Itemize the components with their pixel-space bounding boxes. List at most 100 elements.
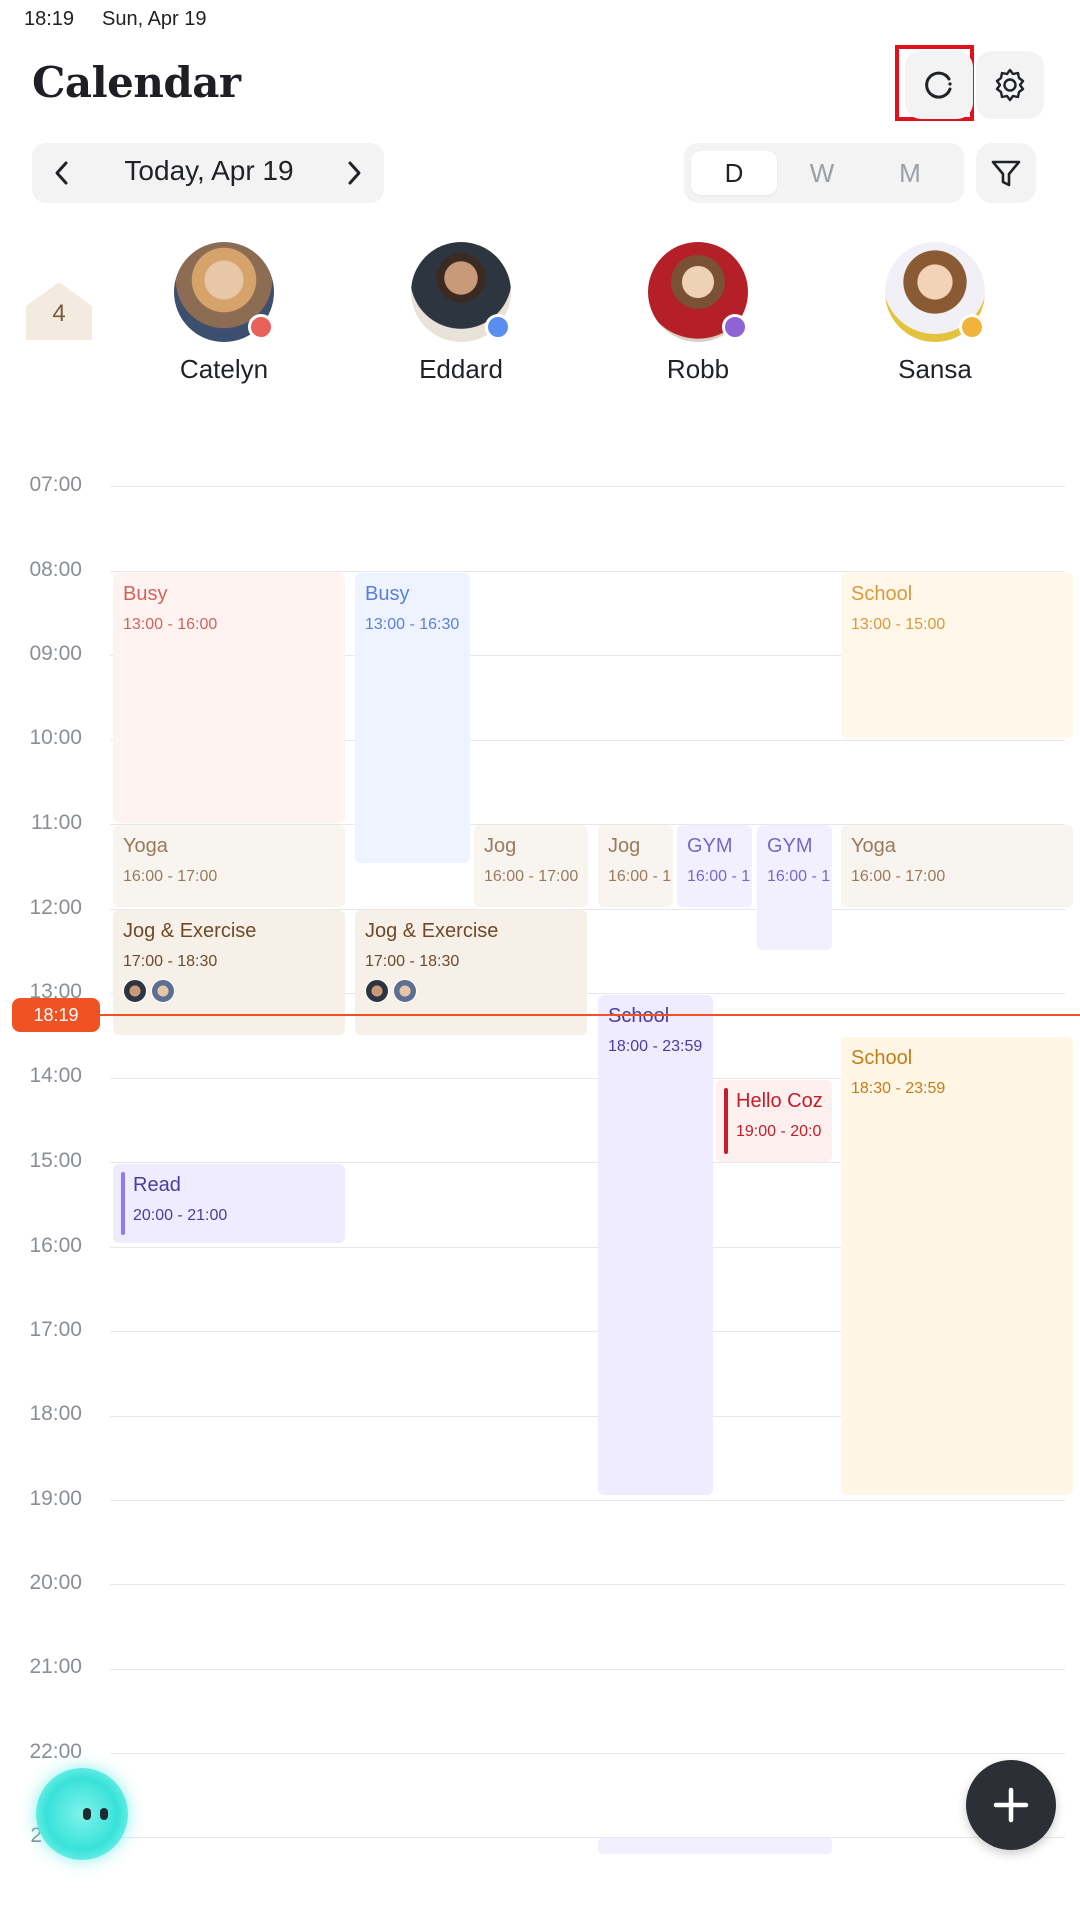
event-catelyn-yoga[interactable]: Yoga 16:00 - 17:00 xyxy=(113,825,345,907)
hour-label: 07:00 xyxy=(29,473,82,496)
event-robb-gym[interactable]: GYM 16:00 - 1 xyxy=(677,825,752,907)
status-dot xyxy=(485,314,511,340)
event-time: 16:00 - 17:00 xyxy=(123,868,218,885)
event-time: 17:00 - 18:30 xyxy=(365,953,460,970)
event-eddard-jog[interactable]: Jog 16:00 - 17:00 xyxy=(474,825,588,907)
settings-button[interactable] xyxy=(976,51,1044,119)
hour-label: 11:00 xyxy=(31,811,82,834)
member-name: Sansa xyxy=(898,354,972,384)
chevron-left-icon xyxy=(55,161,68,185)
hour-label: 21:00 xyxy=(29,1655,82,1678)
hour-gridline xyxy=(110,1669,1065,1670)
hour-label: 22:00 xyxy=(29,1740,82,1763)
hour-gridline xyxy=(110,1837,1065,1838)
event-catelyn-read[interactable]: Read 20:00 - 21:00 xyxy=(113,1164,345,1243)
hour-label: 10:00 xyxy=(29,726,82,749)
attendee-avatars xyxy=(365,979,587,1003)
hour-gridline xyxy=(110,1500,1065,1501)
status-dot xyxy=(959,314,985,340)
event-robb-jog[interactable]: Jog 16:00 - 1 xyxy=(598,825,673,907)
member-name: Robb xyxy=(666,354,730,384)
hour-label: 08:00 xyxy=(29,558,82,581)
event-title: School xyxy=(851,583,913,605)
attendee-avatars xyxy=(123,979,345,1003)
event-title: Jog xyxy=(608,835,641,857)
event-robb-hello[interactable]: Hello Coz 19:00 - 20:0 xyxy=(716,1080,832,1162)
week-view-tab[interactable]: W xyxy=(779,151,865,195)
hour-gridline xyxy=(110,571,1065,572)
event-sansa-yoga[interactable]: Yoga 16:00 - 17:00 xyxy=(841,825,1073,907)
filter-button[interactable] xyxy=(976,143,1036,203)
avatar xyxy=(123,979,147,1003)
event-time: 16:00 - 1 xyxy=(608,868,672,885)
next-day-button[interactable] xyxy=(336,155,372,191)
refresh-button[interactable] xyxy=(905,51,973,119)
event-title: School xyxy=(608,1005,670,1027)
event-title: Yoga xyxy=(851,835,896,857)
event-color-bar xyxy=(121,1172,125,1235)
assistant-bubble[interactable] xyxy=(36,1768,128,1860)
event-time: 17:00 - 18:30 xyxy=(123,953,218,970)
event-title: Hello Coz xyxy=(736,1090,823,1112)
hour-label: 2 xyxy=(30,1824,42,1847)
event-partial[interactable] xyxy=(598,1838,832,1854)
event-title: School xyxy=(851,1047,913,1069)
status-date: Sun, Apr 19 xyxy=(102,8,207,30)
event-time: 16:00 - 17:00 xyxy=(851,868,946,885)
refresh-icon xyxy=(925,71,952,99)
current-time-badge: 18:19 xyxy=(12,998,100,1032)
eye xyxy=(100,1808,108,1820)
avatar xyxy=(151,979,175,1003)
avatar xyxy=(393,979,417,1003)
member-name: Catelyn xyxy=(179,354,269,384)
avatar xyxy=(365,979,389,1003)
event-time: 13:00 - 16:30 xyxy=(365,616,460,633)
status-dot xyxy=(248,314,274,340)
month-view-tab[interactable]: M xyxy=(867,151,953,195)
status-dot xyxy=(722,314,748,340)
event-time: 18:00 - 23:59 xyxy=(608,1038,703,1055)
hour-label: 16:00 xyxy=(29,1234,82,1257)
event-time: 13:00 - 16:00 xyxy=(123,616,218,633)
hour-label: 18:00 xyxy=(29,1402,82,1425)
previous-day-button[interactable] xyxy=(44,155,80,191)
day-view-tab[interactable]: D xyxy=(691,151,777,195)
eye xyxy=(83,1808,91,1820)
gear-icon xyxy=(995,68,1025,102)
add-event-button[interactable] xyxy=(966,1760,1056,1850)
event-catelyn-jog-exercise[interactable]: Jog & Exercise 17:00 - 18:30 xyxy=(113,910,345,1035)
hour-label: 20:00 xyxy=(29,1571,82,1594)
hour-label: 19:00 xyxy=(29,1487,82,1510)
event-eddard-busy[interactable]: Busy 13:00 - 16:30 xyxy=(355,573,470,863)
event-title: Yoga xyxy=(123,835,168,857)
page-title: Calendar xyxy=(32,58,241,107)
event-color-bar xyxy=(724,1088,728,1154)
event-sansa-school[interactable]: School 13:00 - 15:00 xyxy=(841,573,1073,738)
event-sansa-school[interactable]: School 18:30 - 23:59 xyxy=(841,1037,1073,1495)
event-time: 20:00 - 21:00 xyxy=(133,1207,228,1224)
current-date-label[interactable]: Today, Apr 19 xyxy=(90,155,328,187)
event-time: 16:00 - 17:00 xyxy=(484,868,579,885)
event-catelyn-busy[interactable]: Busy 13:00 - 16:00 xyxy=(113,573,345,823)
event-time: 18:30 - 23:59 xyxy=(851,1080,946,1097)
event-title: Read xyxy=(133,1174,181,1196)
event-title: Jog & Exercise xyxy=(365,920,499,942)
event-eddard-jog-exercise[interactable]: Jog & Exercise 17:00 - 18:30 xyxy=(355,910,587,1035)
event-time: 16:00 - 1 xyxy=(767,868,831,885)
event-title: Jog xyxy=(484,835,517,857)
hour-gridline xyxy=(110,1753,1065,1754)
event-robb-gym[interactable]: GYM 16:00 - 1 xyxy=(757,825,832,950)
event-title: Jog & Exercise xyxy=(123,920,257,942)
hour-label: 12:00 xyxy=(29,896,82,919)
event-title: GYM xyxy=(767,835,813,857)
event-time: 19:00 - 20:0 xyxy=(736,1123,822,1140)
hour-gridline xyxy=(110,486,1065,487)
current-time-line xyxy=(100,1014,1080,1016)
status-time: 18:19 xyxy=(24,8,75,30)
hour-label: 15:00 xyxy=(29,1149,82,1172)
hour-label: 14:00 xyxy=(29,1064,82,1087)
event-title: Busy xyxy=(123,583,168,605)
hour-label: 17:00 xyxy=(29,1318,82,1341)
event-time: 16:00 - 1 xyxy=(687,868,751,885)
event-robb-school[interactable]: School 18:00 - 23:59 xyxy=(598,995,713,1495)
